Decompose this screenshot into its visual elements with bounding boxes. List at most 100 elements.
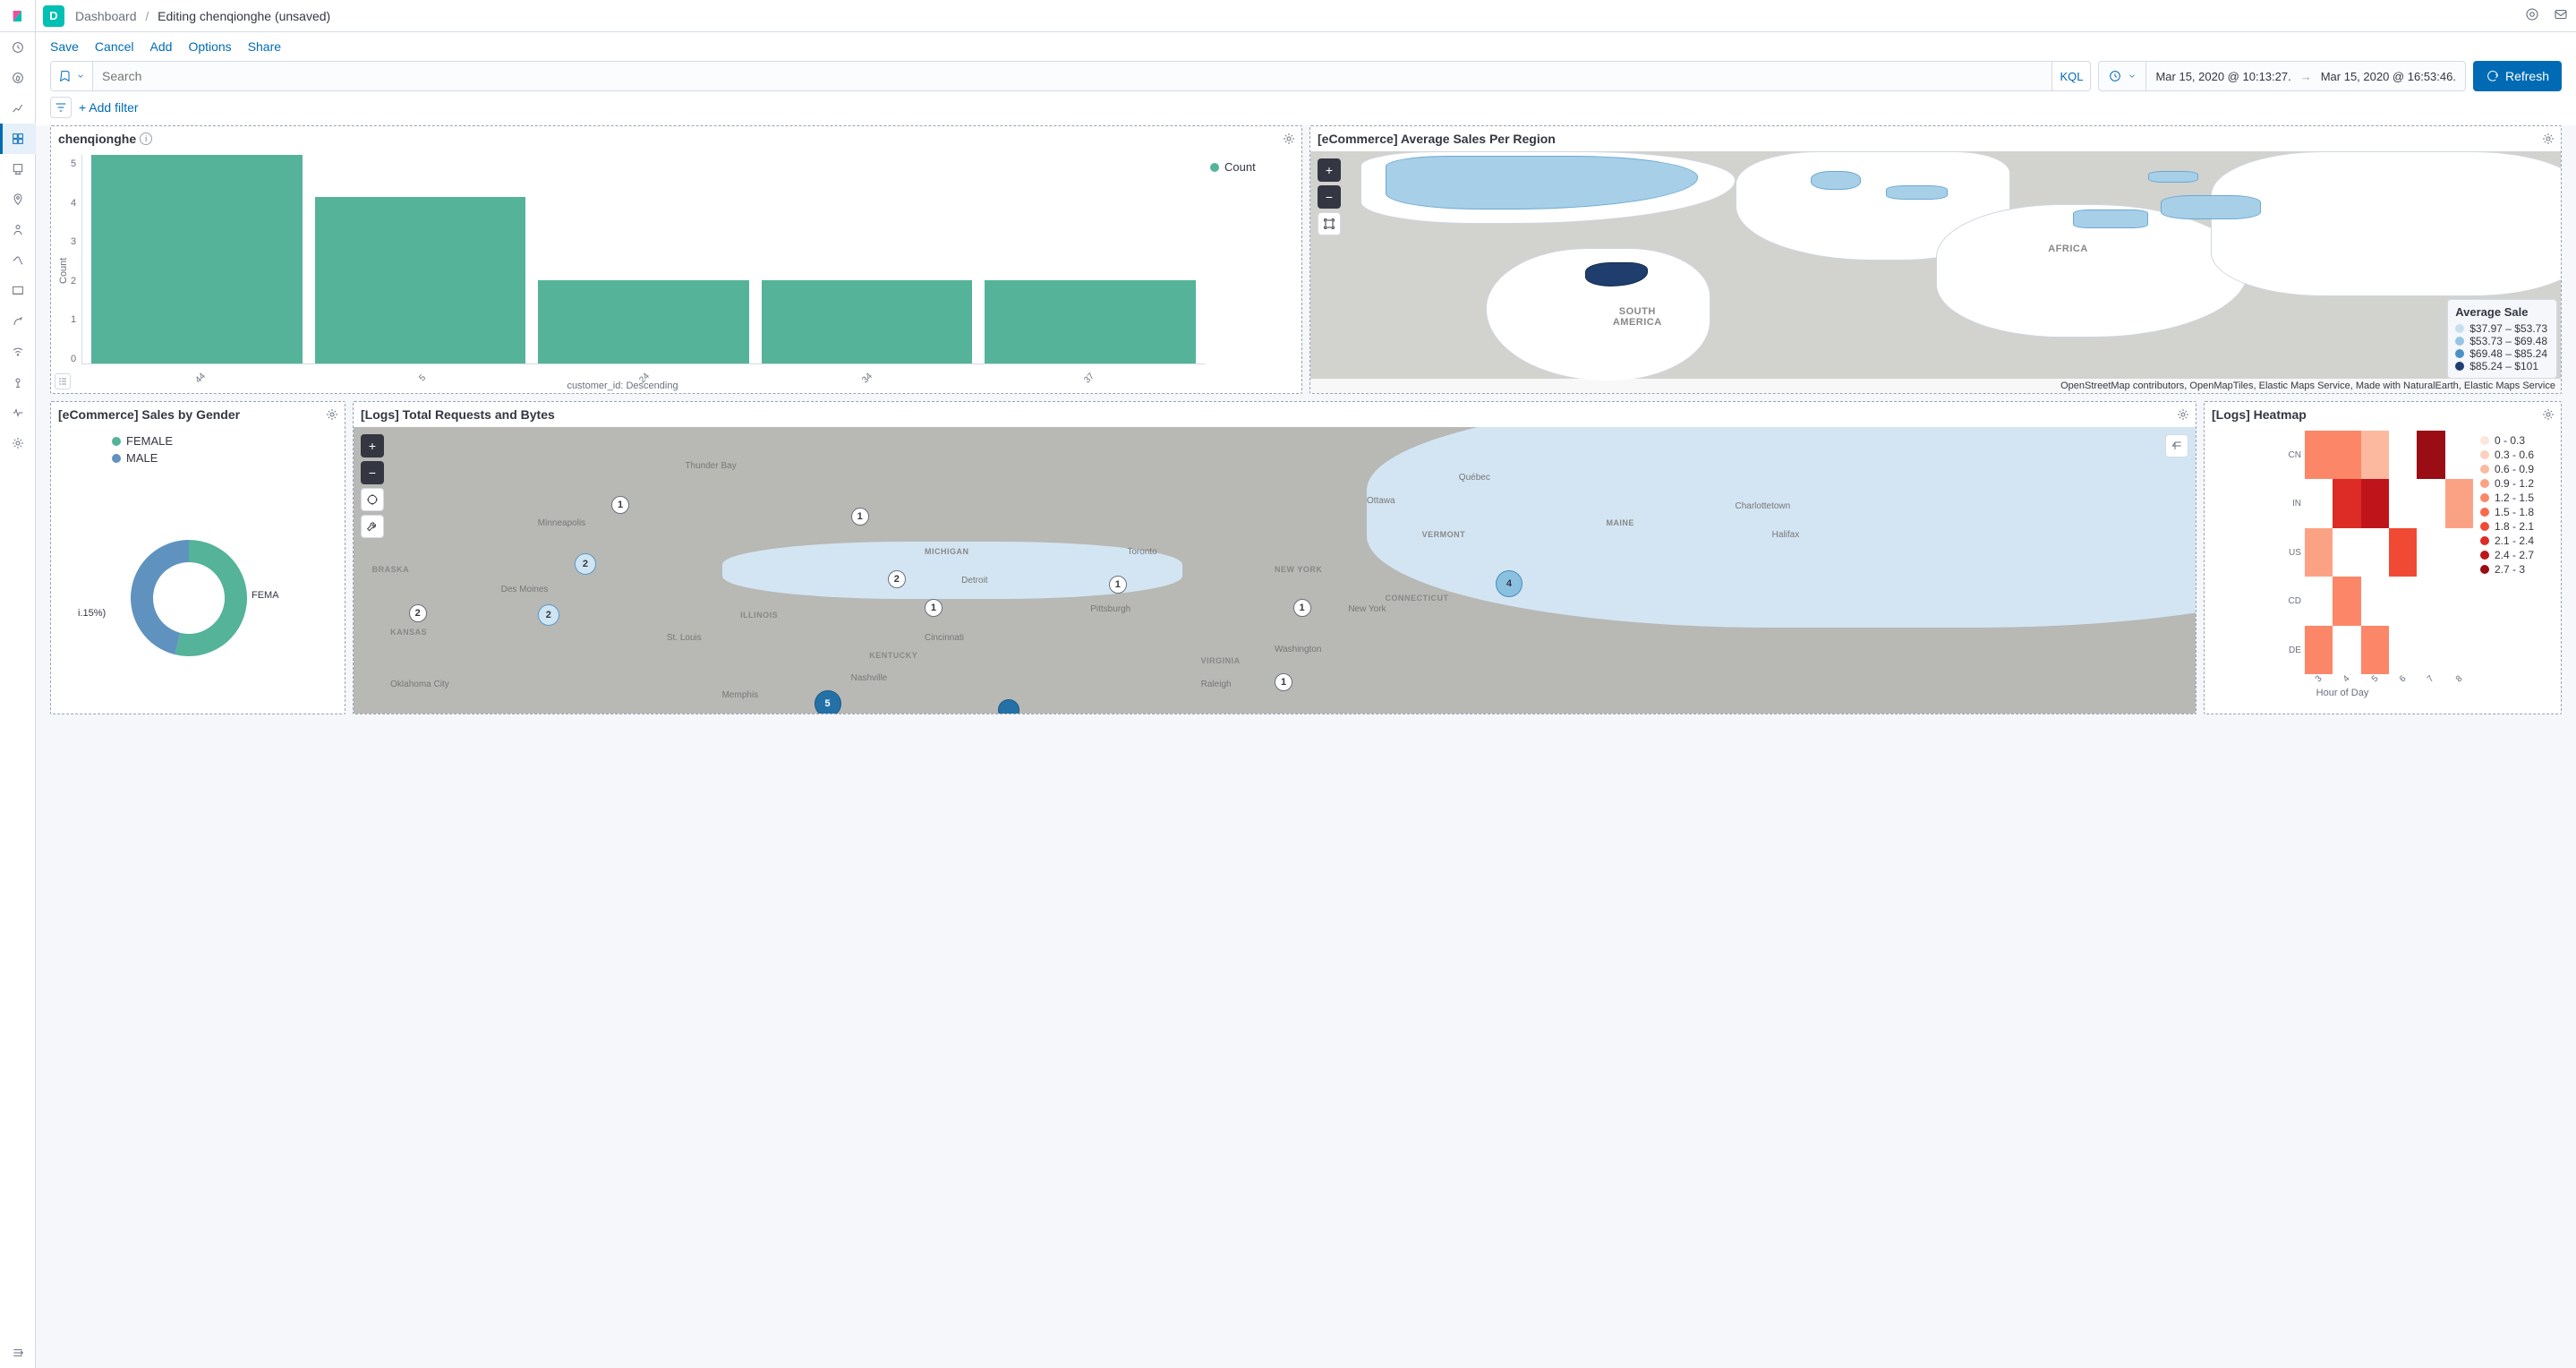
legend-item[interactable]: 0.6 - 0.9 (2480, 463, 2554, 475)
heatmap-cell[interactable] (2417, 528, 2444, 577)
cluster-marker[interactable]: 2 (409, 604, 427, 622)
newsfeed-icon[interactable] (2553, 6, 2569, 25)
share-link[interactable]: Share (248, 39, 281, 54)
nav-discover-icon[interactable] (0, 63, 36, 93)
legend-item[interactable]: Count (1210, 160, 1289, 174)
cluster-marker[interactable]: 1 (851, 508, 869, 526)
legend-toggle-icon[interactable] (55, 373, 71, 389)
legend-item[interactable]: 2.4 - 2.7 (2480, 549, 2554, 561)
heatmap-cell[interactable] (2305, 479, 2333, 527)
zoom-out-icon[interactable]: − (361, 461, 384, 484)
map-canvas[interactable]: AFRICA SOUTH AMERICA + − Average Sale $3… (1310, 151, 2561, 393)
panel-gear-icon[interactable] (1280, 130, 1298, 148)
zoom-in-icon[interactable]: + (361, 434, 384, 457)
space-avatar[interactable]: D (43, 5, 64, 27)
bar[interactable] (91, 155, 303, 363)
heatmap-cell[interactable] (2389, 626, 2417, 674)
bar[interactable] (315, 197, 526, 363)
heatmap-cell[interactable] (2333, 528, 2360, 577)
add-link[interactable]: Add (150, 39, 173, 54)
fit-bounds-icon[interactable] (1318, 212, 1341, 235)
legend-item[interactable]: 2.1 - 2.4 (2480, 534, 2554, 547)
heatmap-cell[interactable] (2417, 626, 2444, 674)
kibana-logo-icon[interactable] (0, 0, 36, 32)
heatmap-cell[interactable] (2361, 528, 2389, 577)
nav-maps-icon[interactable] (0, 184, 36, 215)
heatmap-cell[interactable] (2305, 577, 2333, 625)
legend-item[interactable]: MALE (112, 451, 311, 465)
heatmap-cell[interactable] (2389, 431, 2417, 479)
search-input[interactable] (93, 62, 2051, 90)
layers-icon[interactable] (2165, 434, 2188, 457)
heatmap-cell[interactable] (2305, 528, 2333, 577)
panel-gear-icon[interactable] (2539, 130, 2557, 148)
heatmap-cell[interactable] (2305, 626, 2333, 674)
breadcrumb-root[interactable]: Dashboard (75, 9, 137, 23)
legend-item[interactable]: 1.8 - 2.1 (2480, 520, 2554, 533)
options-link[interactable]: Options (188, 39, 231, 54)
map-canvas[interactable]: + − Thunder Bay Ottawa Québec Charlottet… (354, 427, 2196, 714)
legend-item[interactable]: 1.2 - 1.5 (2480, 492, 2554, 504)
legend-item[interactable]: 2.7 - 3 (2480, 563, 2554, 576)
legend-item[interactable]: 0.9 - 1.2 (2480, 477, 2554, 490)
cluster-marker[interactable]: 2 (888, 570, 906, 588)
heatmap-cell[interactable] (2333, 626, 2360, 674)
heatmap-cell[interactable] (2417, 431, 2444, 479)
panel-gear-icon[interactable] (2174, 406, 2192, 423)
heatmap-cell[interactable] (2417, 479, 2444, 527)
nav-logs-icon[interactable] (0, 276, 36, 306)
nav-dev-icon[interactable] (0, 428, 36, 458)
cluster-marker[interactable]: 4 (1496, 570, 1523, 597)
heatmap-cell[interactable] (2361, 479, 2389, 527)
heatmap-cell[interactable] (2333, 577, 2360, 625)
cluster-marker[interactable]: 2 (575, 553, 596, 575)
heatmap-cell[interactable] (2445, 431, 2473, 479)
info-icon[interactable]: i (140, 133, 152, 145)
legend-item[interactable]: FEMALE (112, 434, 311, 448)
help-icon[interactable] (2524, 6, 2540, 25)
heatmap-cell[interactable] (2333, 479, 2360, 527)
heatmap-cell[interactable] (2361, 577, 2389, 625)
cluster-marker[interactable]: 5 (815, 690, 841, 714)
nav-recent-icon[interactable] (0, 32, 36, 63)
bar[interactable] (762, 280, 973, 363)
filter-options-icon[interactable] (50, 97, 72, 118)
heatmap-cell[interactable] (2445, 479, 2473, 527)
cluster-marker[interactable]: 1 (611, 496, 629, 514)
nav-canvas-icon[interactable] (0, 154, 36, 184)
cluster-marker[interactable]: 1 (925, 599, 943, 617)
cluster-marker[interactable]: 1 (1293, 599, 1311, 617)
zoom-in-icon[interactable]: + (1318, 158, 1341, 182)
save-link[interactable]: Save (50, 39, 79, 54)
nav-apm-icon[interactable] (0, 306, 36, 337)
bar[interactable] (985, 280, 1196, 363)
legend-item[interactable]: 1.5 - 1.8 (2480, 506, 2554, 518)
nav-uptime-icon[interactable] (0, 337, 36, 367)
zoom-out-icon[interactable]: − (1318, 185, 1341, 209)
time-from[interactable]: Mar 15, 2020 @ 10:13:27.→Mar 15, 2020 @ … (2146, 63, 2465, 90)
nav-metrics-icon[interactable] (0, 245, 36, 276)
saved-queries-button[interactable] (51, 62, 93, 90)
add-filter-link[interactable]: + Add filter (79, 100, 139, 115)
heatmap-cell[interactable] (2389, 528, 2417, 577)
panel-gear-icon[interactable] (323, 406, 341, 423)
nav-ml-icon[interactable] (0, 215, 36, 245)
tools-icon[interactable] (361, 515, 384, 538)
locate-icon[interactable] (361, 488, 384, 511)
heatmap-cell[interactable] (2305, 431, 2333, 479)
legend-item[interactable]: 0 - 0.3 (2480, 434, 2554, 447)
heatmap-cell[interactable] (2389, 577, 2417, 625)
heatmap-cell[interactable] (2445, 577, 2473, 625)
heatmap-cell[interactable] (2445, 528, 2473, 577)
kql-toggle[interactable]: KQL (2051, 62, 2090, 90)
legend-item[interactable]: 0.3 - 0.6 (2480, 449, 2554, 461)
nav-siem-icon[interactable] (0, 367, 36, 398)
cancel-link[interactable]: Cancel (95, 39, 134, 54)
heatmap-cell[interactable] (2361, 626, 2389, 674)
heatmap-cell[interactable] (2389, 479, 2417, 527)
nav-collapse-icon[interactable] (0, 1338, 36, 1368)
heatmap-cell[interactable] (2333, 431, 2360, 479)
heatmap-cell[interactable] (2445, 626, 2473, 674)
bar[interactable] (538, 280, 749, 363)
quick-time-button[interactable] (2099, 62, 2146, 90)
